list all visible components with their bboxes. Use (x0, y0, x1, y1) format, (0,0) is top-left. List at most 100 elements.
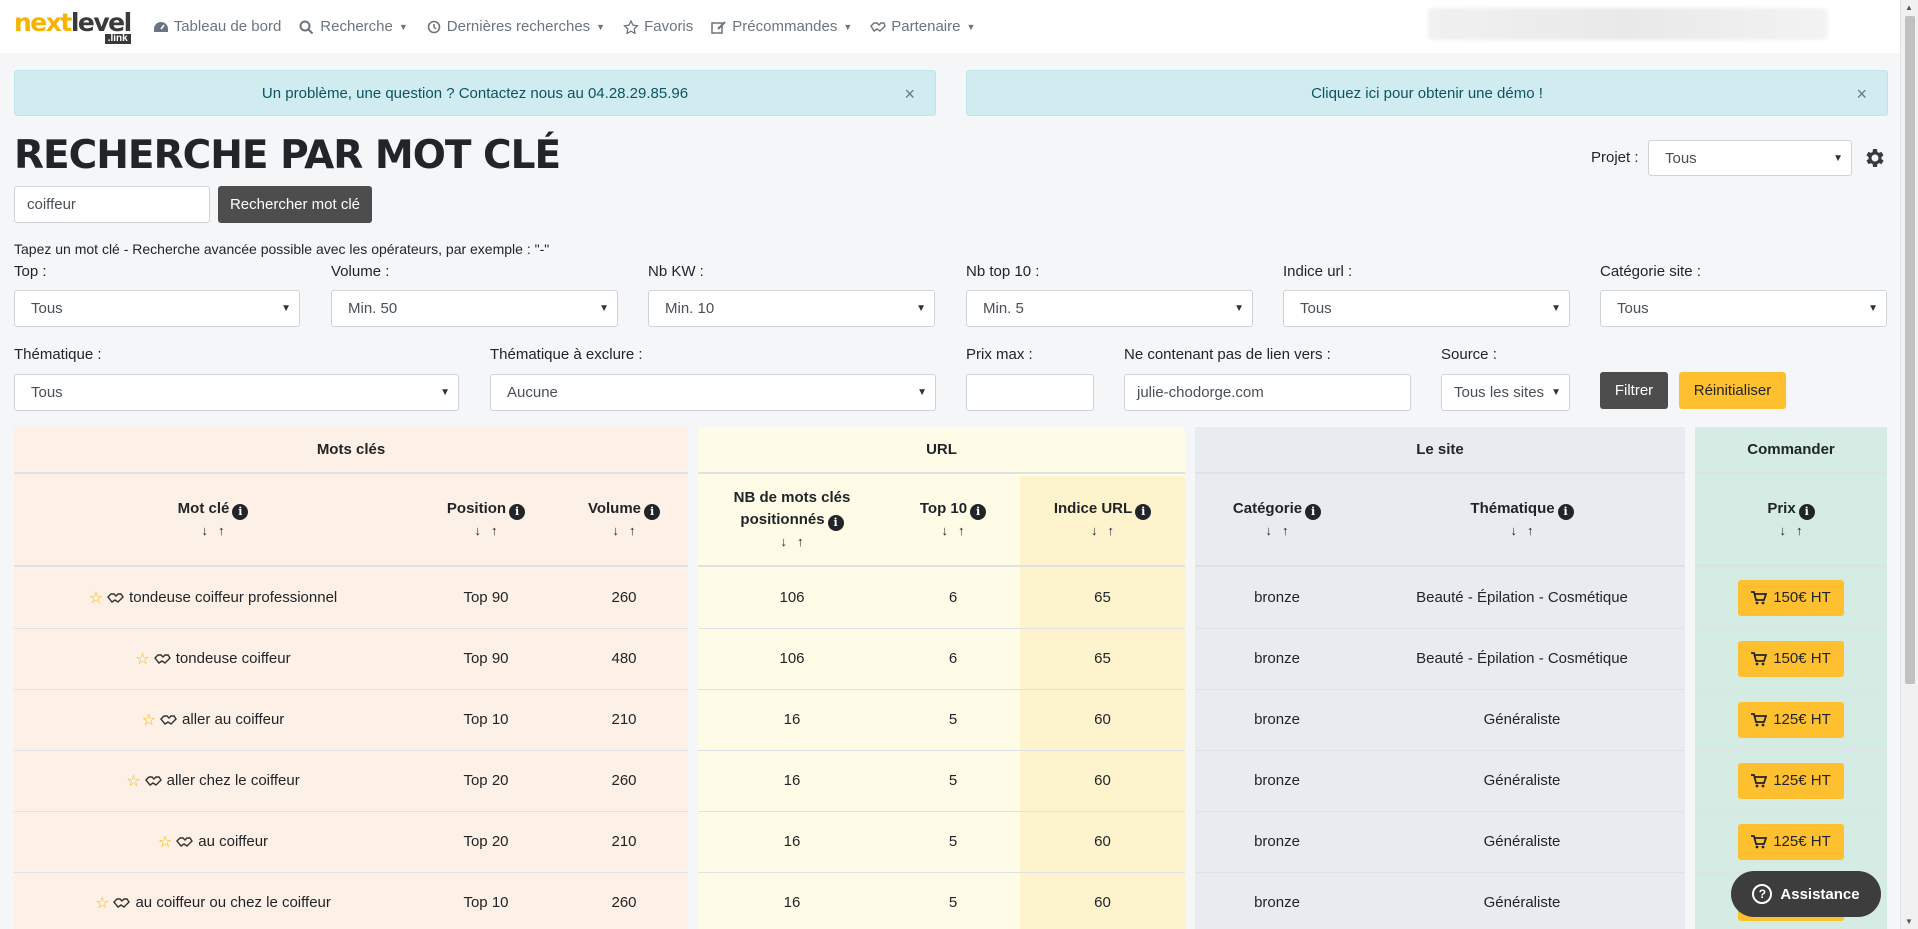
help-icon: ? (1752, 884, 1773, 904)
col-categorie-header[interactable]: Catégorie i ↓↑ (1195, 475, 1359, 565)
order-price-button[interactable]: 150€ HT (1738, 640, 1844, 677)
filter-top-select[interactable]: Tous ▼ (14, 290, 300, 327)
demo-alert[interactable]: Cliquez ici pour obtenir une démo ! × (966, 70, 1888, 116)
search-keyword-button[interactable]: Rechercher mot clé (218, 186, 372, 223)
page-scrollbar[interactable]: ▲ ▼ (1900, 0, 1918, 929)
keyword-text[interactable]: tondeuse coiffeur professionnel (129, 589, 337, 606)
project-select-value: Tous (1665, 149, 1697, 167)
handshake-icon[interactable] (144, 775, 163, 787)
filter-prix-max-input[interactable] (966, 374, 1094, 411)
cart-icon (1751, 773, 1768, 787)
favorite-star-icon[interactable]: ☆ (158, 832, 172, 852)
info-icon[interactable]: i (1557, 504, 1574, 520)
sort-arrows-icon[interactable]: ↓↑ (613, 520, 646, 542)
filter-volume-select[interactable]: Min. 50 ▼ (331, 290, 618, 327)
sort-arrows-icon[interactable]: ↓↑ (475, 520, 508, 542)
handshake-icon[interactable] (107, 592, 125, 604)
col-volume-header[interactable]: Volume i ↓↑ (560, 475, 688, 565)
favorite-star-icon[interactable]: ☆ (142, 710, 156, 730)
filter-button[interactable]: Filtrer (1600, 372, 1668, 409)
search-help-text: Tapez un mot clé - Recherche avancée pos… (14, 241, 550, 257)
sort-arrows-icon[interactable]: ↓↑ (781, 531, 814, 553)
project-label: Projet : (1591, 149, 1639, 166)
favorite-star-icon[interactable]: ☆ (89, 588, 103, 608)
filter-categorie-select[interactable]: Tous ▼ (1600, 290, 1887, 327)
filter-thematique-select[interactable]: Tous ▼ (14, 374, 459, 411)
reset-button[interactable]: Réinitialiser (1679, 372, 1786, 409)
col-top10-header[interactable]: Top 10 i ↓↑ (886, 475, 1020, 565)
filter-exclure-label: Thématique à exclure : (490, 346, 643, 363)
handshake-icon[interactable] (153, 653, 172, 665)
handshake-icon[interactable] (113, 897, 131, 909)
sort-arrows-icon[interactable]: ↓↑ (942, 520, 975, 542)
keyword-text[interactable]: au coiffeur ou chez le coiffeur (135, 894, 330, 911)
col-thematique-header[interactable]: Thématique i ↓↑ (1359, 475, 1685, 565)
filter-indice-url-label: Indice url : (1283, 263, 1353, 280)
nav-recherche-label: Recherche (320, 18, 393, 35)
filter-indice-url-select[interactable]: Tous ▼ (1283, 290, 1570, 327)
info-icon[interactable]: i (1305, 504, 1322, 520)
select-arrow-icon: ▼ (599, 303, 609, 314)
nav-dernieres-recherches[interactable]: Dernières recherches ▼ (426, 18, 605, 35)
nav-dashboard[interactable]: Tableau de bord (153, 18, 281, 35)
close-icon[interactable]: × (904, 84, 915, 105)
logo[interactable]: nextlevel .link (14, 10, 132, 44)
scroll-up-arrow-icon[interactable]: ▲ (1905, 3, 1913, 12)
gear-icon[interactable] (1862, 146, 1886, 170)
keyword-text[interactable]: au coiffeur (198, 833, 268, 850)
info-icon[interactable]: i (1135, 504, 1152, 520)
cell-thematique: Généraliste (1483, 833, 1561, 850)
keyword-text[interactable]: aller chez le coiffeur (167, 772, 300, 789)
sort-arrows-icon[interactable]: ↓↑ (1266, 520, 1299, 542)
info-icon[interactable]: i (1798, 504, 1815, 520)
keyword-text[interactable]: tondeuse coiffeur (176, 650, 291, 667)
cell-top10: 5 (948, 894, 958, 911)
info-icon[interactable]: i (827, 515, 844, 531)
filter-exclure-select[interactable]: Aucune ▼ (490, 374, 936, 411)
nav-favoris[interactable]: Favoris (623, 18, 693, 35)
cell-nb-kw: 106 (779, 650, 805, 667)
order-price-button[interactable]: 150€ HT (1738, 579, 1844, 616)
col-nb-kw-header[interactable]: NB de mots clés positionnés i ↓↑ (698, 475, 886, 565)
favorite-star-icon[interactable]: ☆ (135, 649, 149, 669)
nav-partenaire[interactable]: Partenaire ▼ (870, 18, 975, 35)
col-keyword-header[interactable]: Mot clé i ↓↑ (14, 475, 412, 565)
keyword-search-input[interactable]: coiffeur (14, 186, 210, 223)
filter-source-select[interactable]: Tous les sites ▼ (1441, 374, 1570, 411)
handshake-icon[interactable] (160, 714, 178, 726)
results-table: Mots clés Mot clé i ↓↑ Position i ↓↑ Volum… (14, 427, 1887, 929)
assistance-button[interactable]: ? Assistance (1731, 871, 1881, 917)
order-price-button[interactable]: 125€ HT (1738, 762, 1844, 799)
info-icon[interactable]: i (970, 504, 987, 520)
filter-nbtop10-select[interactable]: Min. 5 ▼ (966, 290, 1253, 327)
scrollbar-thumb[interactable] (1905, 16, 1915, 684)
nav-precommandes-label: Précommandes (732, 18, 838, 35)
info-icon[interactable]: i (509, 504, 526, 520)
cell-volume: 480 (611, 650, 637, 667)
close-icon[interactable]: × (1856, 84, 1867, 105)
sort-arrows-icon[interactable]: ↓↑ (1511, 520, 1544, 542)
order-price-button[interactable]: 125€ HT (1738, 823, 1844, 860)
filter-lien-input[interactable]: julie-chodorge.com (1124, 374, 1411, 411)
sort-arrows-icon[interactable]: ↓↑ (202, 520, 235, 542)
info-icon[interactable]: i (232, 504, 249, 520)
info-icon[interactable]: i (644, 504, 661, 520)
contact-alert[interactable]: Un problème, une question ? Contactez no… (14, 70, 936, 116)
nav-recherche[interactable]: Recherche ▼ (299, 18, 408, 35)
favorite-star-icon[interactable]: ☆ (95, 893, 109, 913)
order-price-button[interactable]: 125€ HT (1738, 701, 1844, 738)
cart-icon (1751, 712, 1768, 726)
keyword-text[interactable]: aller au coiffeur (182, 711, 284, 728)
col-prix-header[interactable]: Prix i ↓↑ (1695, 475, 1887, 565)
project-select[interactable]: Tous ▼ (1648, 140, 1852, 176)
filter-nbkw-select[interactable]: Min. 10 ▼ (648, 290, 935, 327)
favorite-star-icon[interactable]: ☆ (126, 771, 140, 791)
cell-categorie: bronze (1254, 772, 1300, 789)
handshake-icon[interactable] (176, 836, 194, 848)
nav-precommandes[interactable]: Précommandes ▼ (711, 18, 852, 35)
sort-arrows-icon[interactable]: ↓↑ (1091, 520, 1124, 542)
sort-arrows-icon[interactable]: ↓↑ (1780, 520, 1813, 542)
col-indice-url-header[interactable]: Indice URL i ↓↑ (1020, 475, 1185, 565)
scroll-down-arrow-icon[interactable]: ▼ (1905, 917, 1913, 926)
col-position-header[interactable]: Position i ↓↑ (412, 475, 560, 565)
